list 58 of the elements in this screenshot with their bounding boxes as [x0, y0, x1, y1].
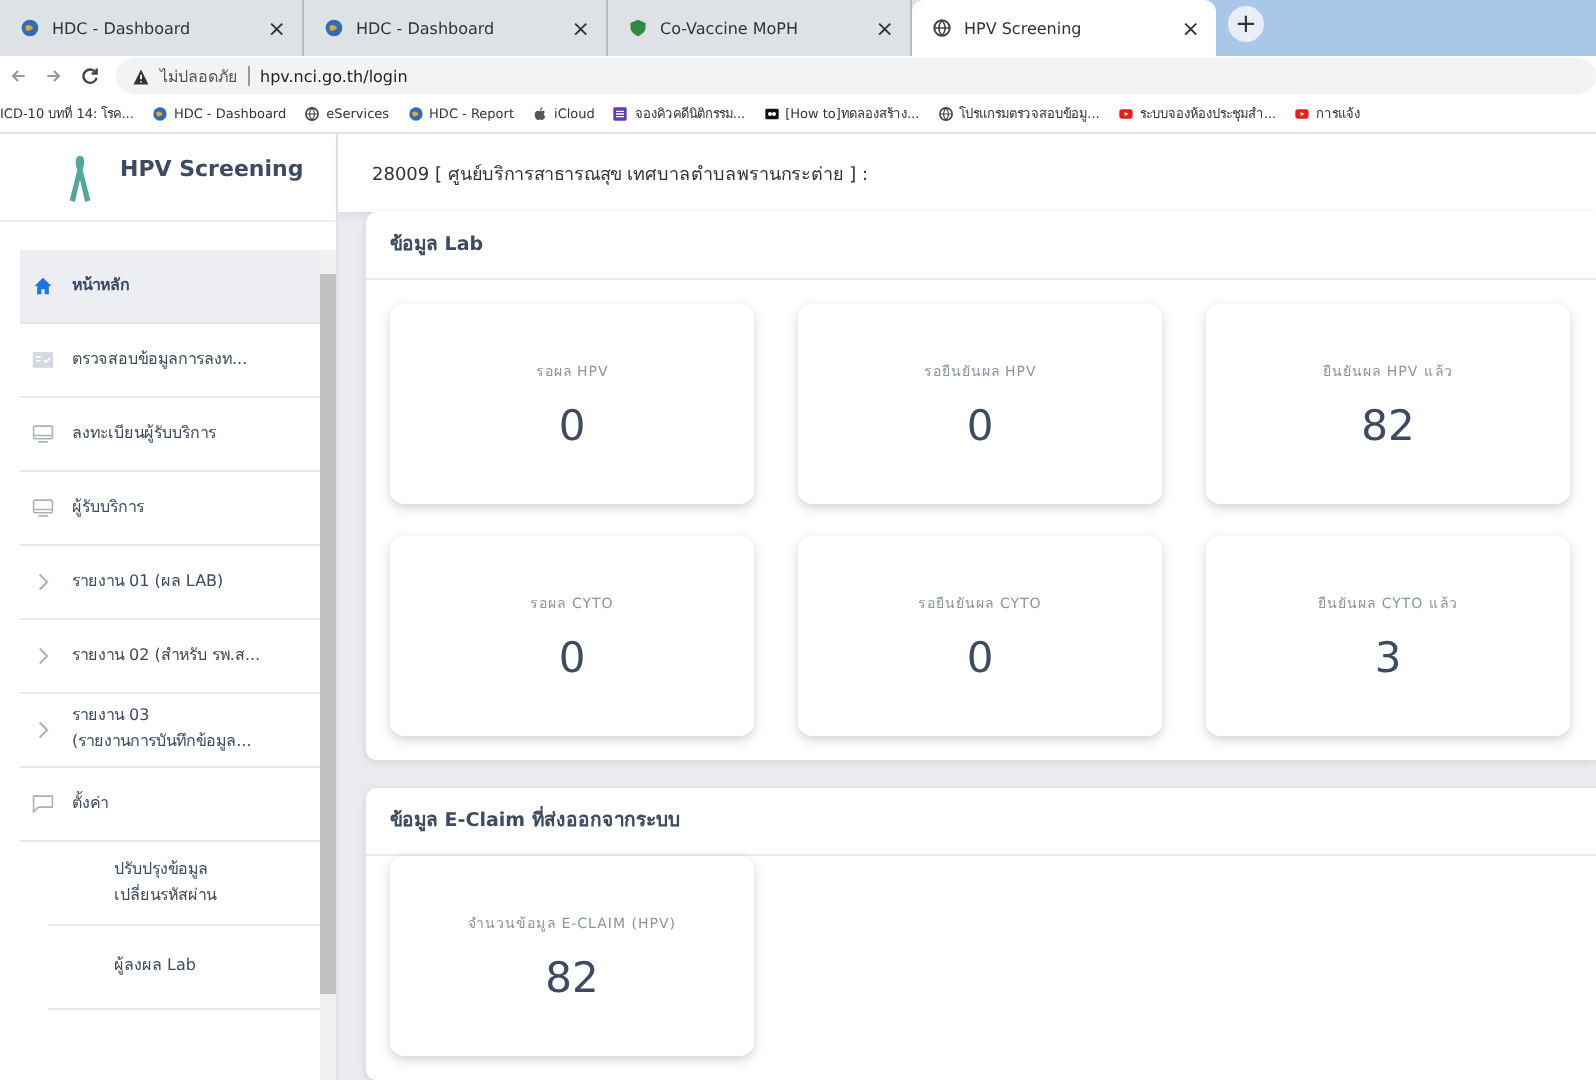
warning-icon	[132, 67, 150, 85]
app-title: HPV Screening	[120, 156, 304, 182]
sidebar-item[interactable]: หน้าหลัก	[20, 250, 320, 324]
tab-title: Co-Vaccine MoPH	[660, 19, 800, 37]
play-icon	[1117, 106, 1134, 122]
security-label: ไม่ปลอดภัย	[160, 65, 238, 89]
stat-value: 82	[1361, 401, 1415, 449]
globe-icon	[151, 106, 168, 122]
forward-arrow-icon[interactable]	[44, 66, 64, 86]
scrollbar[interactable]	[320, 250, 336, 1080]
browser-tab[interactable]: HPV Screening ×	[912, 0, 1216, 56]
stat-value: 0	[558, 633, 586, 681]
menu-label: ผู้ลงผล Lab	[114, 954, 196, 979]
globe-icon	[20, 18, 40, 38]
tab-title: HPV Screening	[964, 19, 1084, 37]
menu-label: รายงาน 02 (สำหรับ รพ.ส...	[72, 643, 261, 668]
speech-bubble-icon	[32, 794, 54, 814]
ribbon-icon	[68, 150, 92, 206]
globe-icon	[937, 106, 954, 122]
stat-value: 0	[966, 401, 994, 449]
stat-value: 82	[545, 953, 599, 1001]
menu-label: รายงาน 01 (ผล LAB)	[72, 569, 224, 594]
menu-label: หน้าหลัก	[72, 273, 130, 298]
menu-label: ลงทะเบียนผู้รับบริการ	[72, 421, 216, 447]
menu-label: รายงาน 03 (รายงานการบันทึกข้อมูล...	[72, 704, 252, 755]
stat-value: 0	[558, 401, 586, 449]
stat-value: 3	[1374, 633, 1402, 681]
url-text: hpv.nci.go.th/login	[260, 67, 408, 85]
monitor-icon	[32, 498, 54, 518]
globe-icon	[304, 106, 321, 122]
video-icon	[763, 106, 780, 122]
close-icon[interactable]: ×	[875, 15, 894, 41]
apple-icon	[532, 106, 549, 122]
address-bar[interactable]: ไม่ปลอดภัย hpv.nci.go.th/login	[116, 58, 1596, 94]
shield-icon	[628, 18, 648, 38]
globe-icon	[932, 18, 952, 38]
menu-label: ผู้รับบริการ	[72, 495, 144, 521]
menu-label: ตรวจสอบข้อมูลการลงท...	[72, 347, 248, 373]
menu-label: ตั้งค่า	[72, 791, 108, 816]
reload-icon[interactable]	[80, 66, 100, 86]
play-icon	[1294, 106, 1311, 122]
back-arrow-icon[interactable]	[8, 66, 28, 86]
globe-icon	[407, 106, 424, 122]
globe-icon	[324, 18, 344, 38]
monitor-icon	[32, 424, 54, 444]
section-title: ข้อมูล Lab	[366, 212, 1596, 280]
page-header: 28009 [ ศูนย์บริการสาธารณสุข เทศบาลตำบลพรานกระต่าย ] :	[338, 134, 1596, 212]
tab-title: HDC - Dashboard	[356, 19, 497, 37]
id-card-icon	[32, 350, 54, 370]
tab-title: HDC - Dashboard	[52, 19, 193, 37]
menu-label: ปรับปรุงข้อมูล เปลี่ยนรหัสผ่าน	[114, 857, 216, 907]
new-tab-button[interactable]: +	[1228, 6, 1264, 42]
close-icon[interactable]: ×	[1181, 15, 1200, 41]
close-icon[interactable]: ×	[571, 15, 590, 41]
stat-value: 0	[966, 633, 994, 681]
home-icon	[32, 276, 54, 296]
list-icon	[612, 106, 629, 122]
close-icon[interactable]: ×	[267, 15, 286, 41]
